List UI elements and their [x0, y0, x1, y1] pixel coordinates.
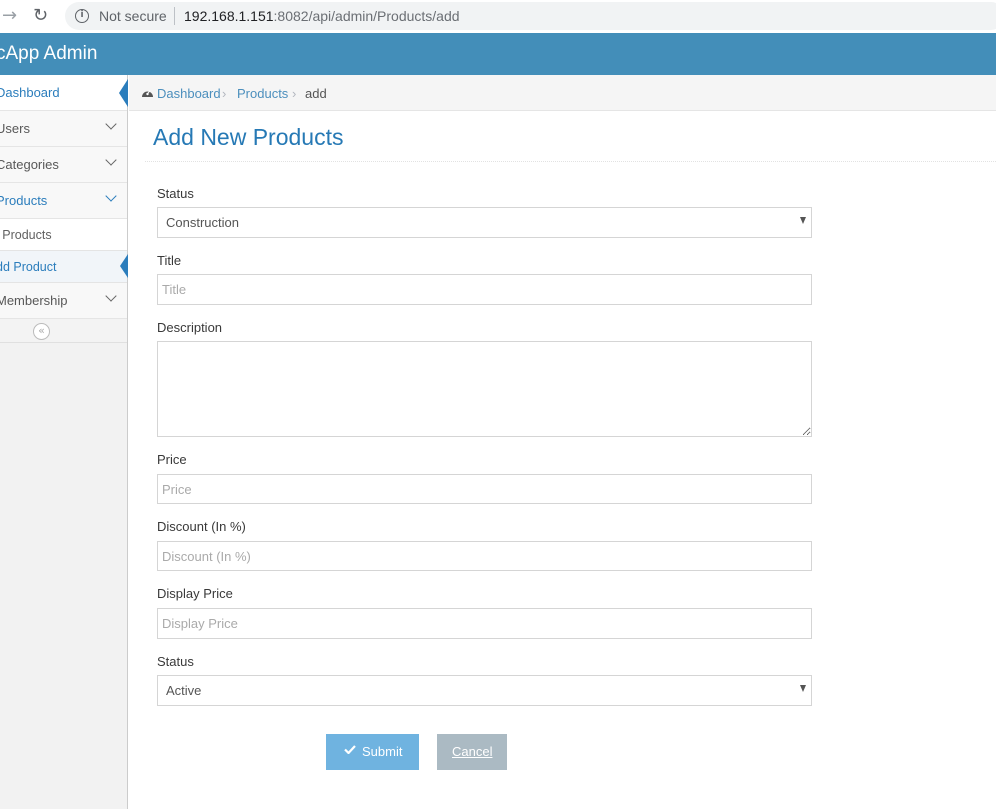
status-label: Status — [157, 186, 194, 201]
discount-label: Discount (In %) — [157, 519, 246, 534]
price-input[interactable] — [157, 474, 812, 504]
chevron-down-icon — [105, 190, 117, 202]
app-brand[interactable]: cApp Admin — [0, 43, 97, 65]
sidebar-item-products[interactable]: Products — [0, 183, 127, 219]
active-status-label: Status — [157, 654, 194, 669]
title-input[interactable] — [157, 274, 812, 305]
forward-icon[interactable]: → — [2, 7, 20, 25]
display-price-input[interactable] — [157, 608, 812, 639]
sidebar-subitem-all-products[interactable]: l Products — [0, 219, 127, 251]
sidebar-item-label: Membership — [0, 293, 68, 308]
title-label: Title — [157, 253, 182, 268]
url-path: :8082/api/admin/Products/add — [273, 8, 460, 24]
sidebar-item-label: Dashboard — [0, 85, 60, 100]
chevron-down-icon — [105, 118, 117, 130]
caret-down-icon — [800, 217, 806, 224]
browser-toolbar: → ↻ i Not secure 192.168.1.151:8082/api/… — [0, 0, 996, 33]
breadcrumb-separator-icon: › — [222, 86, 227, 101]
status-select-value: Construction — [166, 215, 239, 230]
description-label: Description — [157, 320, 223, 335]
url-text[interactable]: 192.168.1.151:8082/api/admin/Products/ad… — [184, 8, 460, 24]
submit-button[interactable]: Submit — [326, 734, 419, 770]
security-status[interactable]: Not secure — [99, 8, 167, 24]
cancel-button-label: Cancel — [452, 744, 493, 759]
sidebar: Dashboard Users Categories Products l Pr… — [0, 75, 128, 809]
active-indicator — [119, 79, 128, 107]
breadcrumb-link-dashboard[interactable]: Dashboard — [157, 86, 221, 101]
description-textarea[interactable] — [157, 341, 812, 437]
active-indicator — [120, 254, 128, 278]
sidebar-item-categories[interactable]: Categories — [0, 147, 127, 183]
price-label: Price — [157, 452, 187, 467]
reload-icon[interactable]: ↻ — [33, 6, 53, 26]
sidebar-item-label: dd Product — [0, 260, 57, 274]
breadcrumb-link-products[interactable]: Products — [237, 86, 288, 101]
sidebar-item-label: Categories — [0, 157, 59, 172]
app-navbar: cApp Admin — [0, 33, 996, 75]
address-bar[interactable]: i Not secure 192.168.1.151:8082/api/admi… — [65, 2, 996, 30]
status-select[interactable]: Construction — [157, 207, 812, 238]
caret-down-icon — [800, 685, 806, 692]
discount-input[interactable] — [157, 541, 812, 571]
sidebar-item-label: Users — [0, 121, 30, 136]
sidebar-item-label: Products — [0, 193, 48, 208]
page-title: Add New Products — [153, 124, 344, 150]
active-status-select[interactable]: Active — [157, 675, 812, 706]
divider — [145, 161, 996, 162]
check-icon — [344, 745, 356, 754]
url-host: 192.168.1.151 — [184, 8, 274, 24]
cancel-button[interactable]: Cancel — [437, 734, 507, 770]
chevron-down-icon — [105, 154, 117, 166]
dashboard-gauge-icon — [142, 90, 153, 97]
sidebar-collapse-row: « — [0, 319, 127, 343]
sidebar-item-users[interactable]: Users — [0, 111, 127, 147]
chevron-down-icon — [105, 290, 117, 302]
sidebar-item-dashboard[interactable]: Dashboard — [0, 75, 128, 111]
sidebar-item-membership[interactable]: Membership — [0, 283, 127, 319]
divider — [174, 7, 175, 25]
breadcrumb-separator-icon: › — [292, 86, 297, 101]
breadcrumb-current: add — [305, 86, 327, 101]
sidebar-subitem-add-product[interactable]: dd Product — [0, 251, 128, 283]
submit-button-label: Submit — [362, 744, 403, 759]
active-status-select-value: Active — [166, 683, 202, 698]
info-icon[interactable]: i — [75, 9, 89, 23]
double-chevron-left-icon[interactable]: « — [33, 323, 50, 340]
display-price-label: Display Price — [157, 586, 233, 601]
breadcrumb: Dashboard › Products › add — [129, 75, 996, 111]
sidebar-item-label: l Products — [0, 228, 52, 242]
